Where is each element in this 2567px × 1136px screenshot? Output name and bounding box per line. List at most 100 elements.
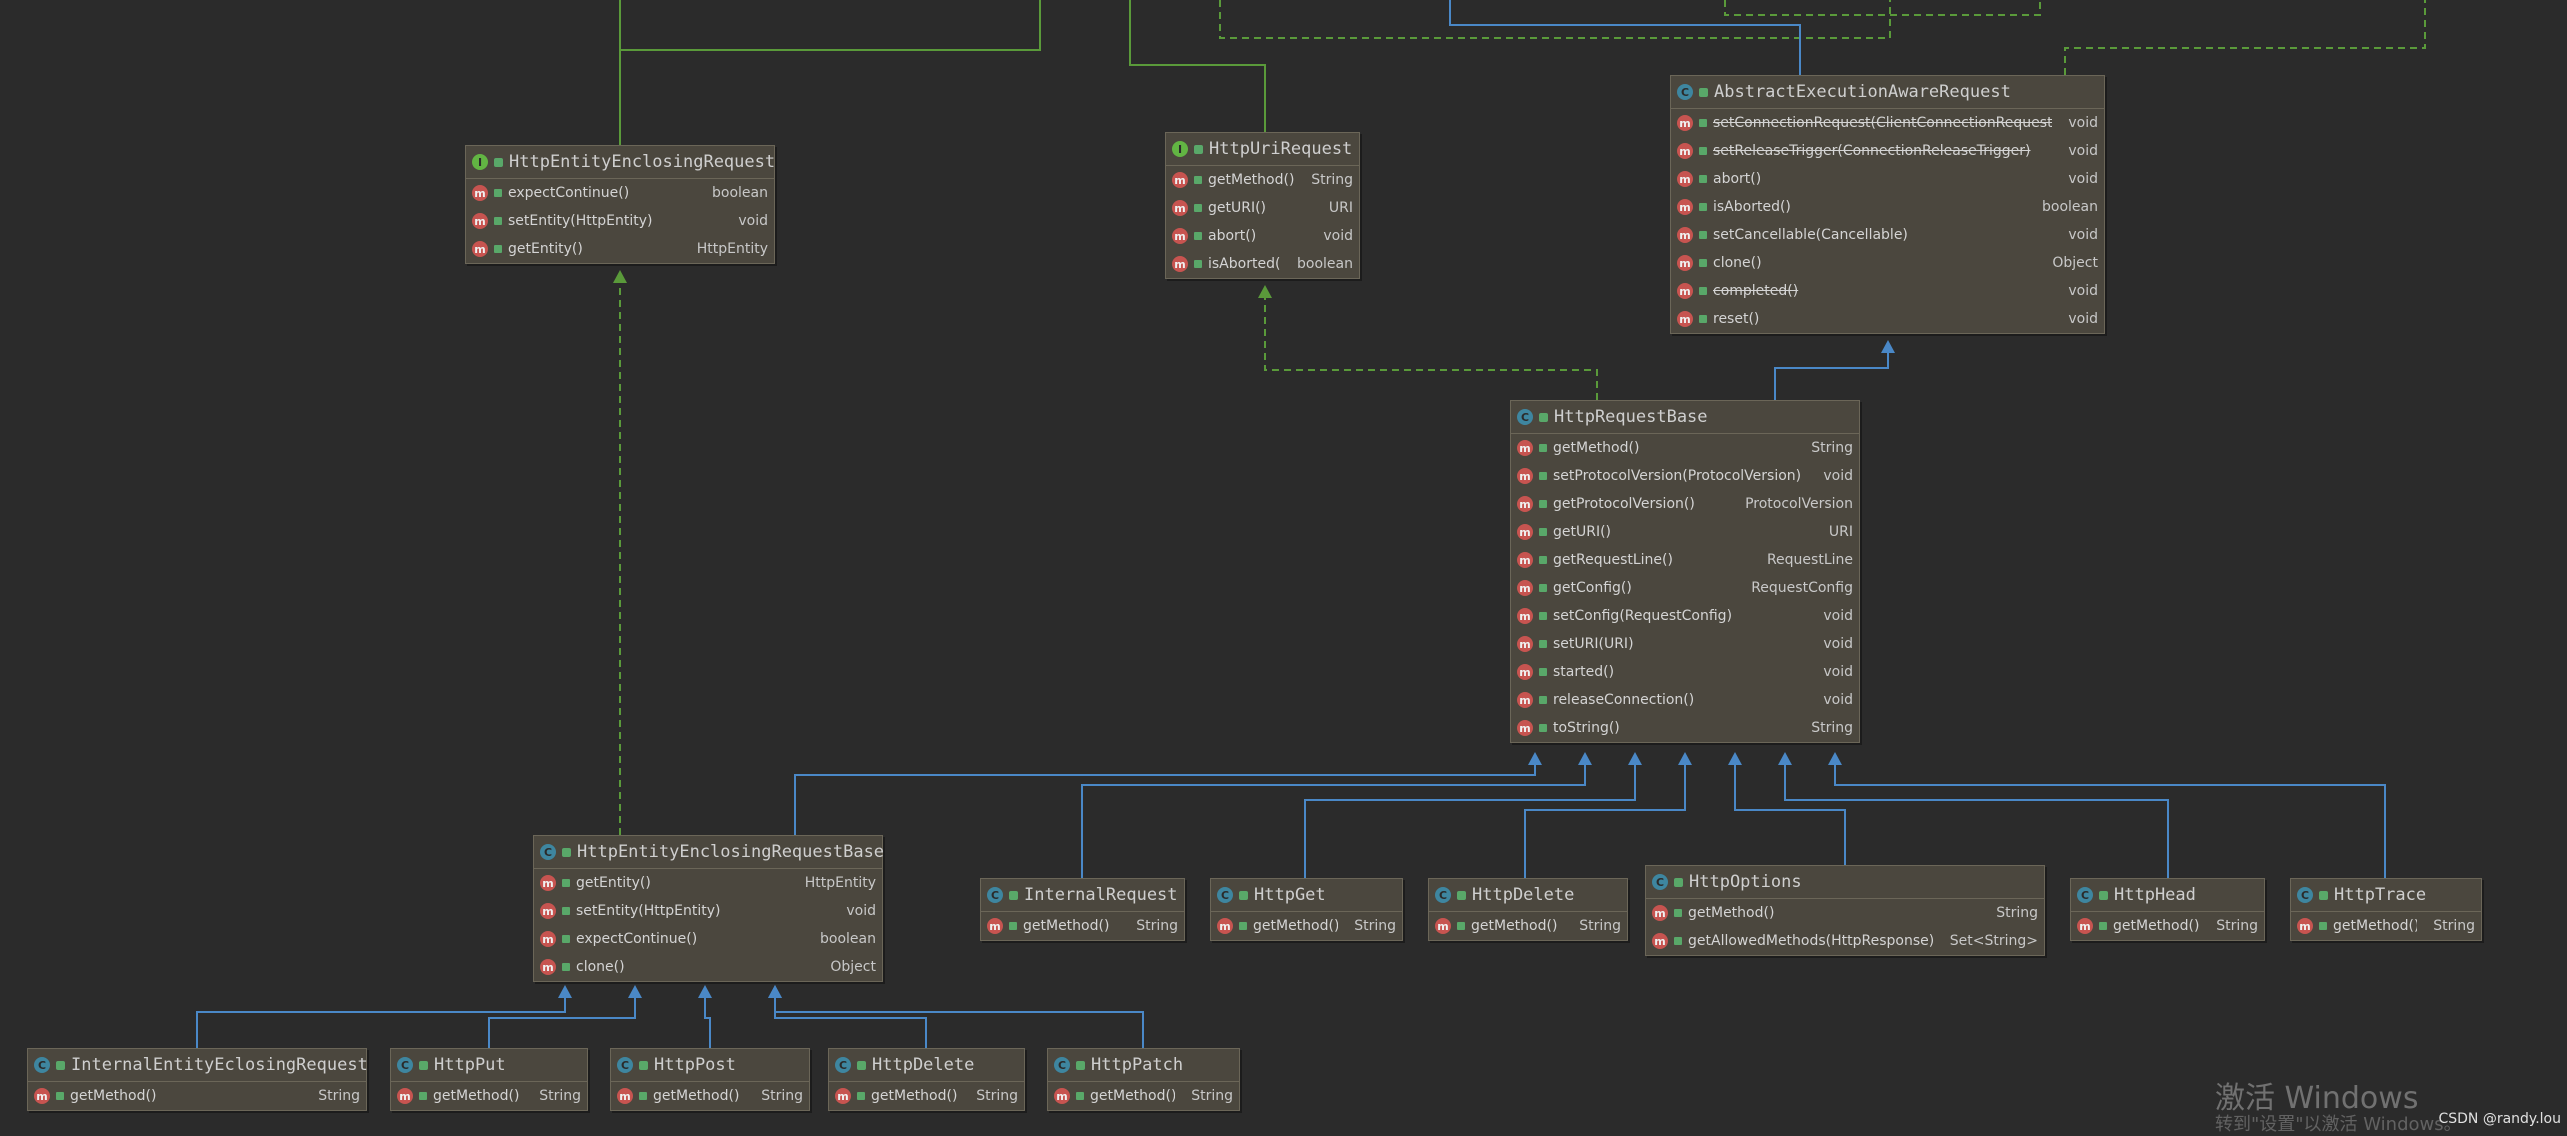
arrow-extends-internal-entity xyxy=(558,985,572,998)
method-row[interactable]: m setReleaseTrigger(ConnectionReleaseTrig… xyxy=(1671,137,2104,165)
method-icon: m xyxy=(1517,496,1533,512)
method-row[interactable]: m completed() void xyxy=(1671,277,2104,305)
method-icon: m xyxy=(1517,440,1533,456)
method-row[interactable]: m getMethod() String xyxy=(2071,912,2264,940)
method-row[interactable]: m getMethod() String xyxy=(1429,912,1627,940)
class-header[interactable]: C HttpDelete xyxy=(829,1049,1024,1082)
method-row[interactable]: m getConfig() RequestConfig xyxy=(1511,574,1859,602)
class-header[interactable]: I HttpUriRequest xyxy=(1166,133,1359,166)
method-row[interactable]: m getProtocolVersion() ProtocolVersion xyxy=(1511,490,1859,518)
class-node-http-head[interactable]: C HttpHead m getMethod() String xyxy=(2070,878,2265,941)
class-node-request-base[interactable]: C HttpRequestBase m getMethod() String m setPr… xyxy=(1510,400,1860,743)
method-row[interactable]: m toString() String xyxy=(1511,714,1859,742)
method-return-type: String xyxy=(1579,918,1621,934)
method-row[interactable]: m abort() void xyxy=(1166,222,1359,250)
public-visibility-icon xyxy=(1539,528,1547,536)
class-header[interactable]: C HttpTrace xyxy=(2291,879,2481,912)
method-row[interactable]: m getMethod() String xyxy=(981,912,1184,940)
method-row[interactable]: m getMethod() String xyxy=(1511,434,1859,462)
method-row[interactable]: m getMethod() String xyxy=(829,1082,1024,1110)
class-node-entity-enclosing-request[interactable]: I HttpEntityEnclosingRequest m expectContin… xyxy=(465,145,775,264)
class-header[interactable]: I HttpEntityEnclosingRequest xyxy=(466,146,775,179)
method-row[interactable]: m isAborted() boolean xyxy=(1166,250,1359,278)
class-node-internal-request[interactable]: C InternalRequest m getMethod() String xyxy=(980,878,1185,941)
method-row[interactable]: m getMethod() String xyxy=(391,1082,587,1110)
method-row[interactable]: m getMethod() String xyxy=(28,1082,366,1110)
method-row[interactable]: m setConfig(RequestConfig) void xyxy=(1511,602,1859,630)
class-header[interactable]: C HttpGet xyxy=(1211,879,1402,912)
class-header[interactable]: C HttpPatch xyxy=(1048,1049,1239,1082)
class-node-http-delete-bottom[interactable]: C HttpDelete m getMethod() String xyxy=(828,1048,1025,1111)
method-row[interactable]: m expectContinue() boolean xyxy=(534,925,882,953)
class-header[interactable]: C HttpEntityEnclosingRequestBase xyxy=(534,836,885,869)
class-node-entity-enclosing-base[interactable]: C HttpEntityEnclosingRequestBase m getEntit… xyxy=(533,835,885,982)
class-node-http-post[interactable]: C HttpPost m getMethod() String xyxy=(610,1048,810,1111)
method-icon: m xyxy=(1217,918,1233,934)
method-row[interactable]: m abort() void xyxy=(1671,165,2104,193)
class-node-http-delete-top[interactable]: C HttpDelete m getMethod() String xyxy=(1428,878,1628,941)
method-row[interactable]: m started() void xyxy=(1511,658,1859,686)
method-row[interactable]: m getMethod() String xyxy=(611,1082,809,1110)
class-node-http-put[interactable]: C HttpPut m getMethod() String xyxy=(390,1048,588,1111)
class-header[interactable]: C HttpPost xyxy=(611,1049,809,1082)
method-row[interactable]: m isAborted() boolean xyxy=(1671,193,2104,221)
method-row[interactable]: m clone() Object xyxy=(1671,249,2104,277)
class-header[interactable]: C InternalRequest xyxy=(981,879,1184,912)
method-row[interactable]: m getAllowedMethods(HttpResponse) Set<Stri… xyxy=(1646,927,2044,955)
method-row[interactable]: m getEntity() HttpEntity xyxy=(466,235,774,263)
class-node-http-options[interactable]: C HttpOptions m getMethod() String m getAllowe… xyxy=(1645,865,2045,956)
class-node-http-get[interactable]: C HttpGet m getMethod() String xyxy=(1210,878,1403,941)
class-title: HttpEntityEnclosingRequestBase xyxy=(577,842,885,862)
method-name: getURI() xyxy=(1208,200,1267,216)
class-header[interactable]: C HttpRequestBase xyxy=(1511,401,1859,434)
class-icon: C xyxy=(1652,874,1668,890)
class-header[interactable]: C HttpOptions xyxy=(1646,866,2044,899)
method-row[interactable]: m releaseConnection() void xyxy=(1511,686,1859,714)
method-row[interactable]: m getRequestLine() RequestLine xyxy=(1511,546,1859,574)
class-header[interactable]: C InternalEntityEclosingRequest xyxy=(28,1049,368,1082)
class-header[interactable]: C HttpDelete xyxy=(1429,879,1627,912)
method-return-type: void xyxy=(1823,692,1853,708)
method-row[interactable]: m getMethod() String xyxy=(1048,1082,1239,1110)
method-row[interactable]: m getEntity() HttpEntity xyxy=(534,869,882,897)
method-row[interactable]: m clone() Object xyxy=(534,953,882,981)
method-row[interactable]: m setCancellable(Cancellable) void xyxy=(1671,221,2104,249)
method-icon: m xyxy=(1054,1088,1070,1104)
edge-extends-http-delete xyxy=(1524,765,1686,878)
method-return-type: ProtocolVersion xyxy=(1745,496,1853,512)
method-row[interactable]: m getMethod() String xyxy=(1166,166,1359,194)
method-row[interactable]: m getMethod() String xyxy=(1211,912,1402,940)
method-icon: m xyxy=(1172,228,1188,244)
method-row[interactable]: m getMethod() String xyxy=(2291,912,2481,940)
class-node-http-trace[interactable]: C HttpTrace m getMethod() String xyxy=(2290,878,2482,941)
method-return-type: void xyxy=(1823,608,1853,624)
edge-implements-uri-request xyxy=(1264,292,1598,400)
method-row[interactable]: m setConnectionRequest(ClientConnectionRe… xyxy=(1671,109,2104,137)
method-row[interactable]: m setEntity(HttpEntity) void xyxy=(534,897,882,925)
class-header[interactable]: C AbstractExecutionAwareRequest xyxy=(1671,76,2104,109)
class-node-uri-request[interactable]: I HttpUriRequest m getMethod() String m getURI… xyxy=(1165,132,1360,279)
method-row[interactable]: m getURI() URI xyxy=(1166,194,1359,222)
method-icon: m xyxy=(987,918,1003,934)
method-name: started() xyxy=(1553,664,1615,680)
method-row[interactable]: m setURI(URI) void xyxy=(1511,630,1859,658)
method-row[interactable]: m reset() void xyxy=(1671,305,2104,333)
method-icon: m xyxy=(1677,115,1693,131)
class-icon: C xyxy=(2297,887,2313,903)
method-icon: m xyxy=(540,875,556,891)
public-visibility-icon xyxy=(1699,315,1707,323)
method-row[interactable]: m setEntity(HttpEntity) void xyxy=(466,207,774,235)
method-return-type: HttpEntity xyxy=(804,875,876,891)
method-name: getMethod() xyxy=(1253,918,1339,934)
class-header[interactable]: C HttpHead xyxy=(2071,879,2264,912)
diagram-canvas: I HttpEntityEnclosingRequest m expectContin… xyxy=(0,0,2567,1131)
method-row[interactable]: m getMethod() String xyxy=(1646,899,2044,927)
class-header[interactable]: C HttpPut xyxy=(391,1049,587,1082)
method-row[interactable]: m expectContinue() boolean xyxy=(466,179,774,207)
method-row[interactable]: m getURI() URI xyxy=(1511,518,1859,546)
class-node-http-patch[interactable]: C HttpPatch m getMethod() String xyxy=(1047,1048,1240,1111)
method-row[interactable]: m setProtocolVersion(ProtocolVersion) void xyxy=(1511,462,1859,490)
class-node-internal-entity[interactable]: C InternalEntityEclosingRequest m getMethod… xyxy=(27,1048,368,1111)
method-return-type: String xyxy=(1811,440,1853,456)
class-node-abstract-execution[interactable]: C AbstractExecutionAwareRequest m setConnec… xyxy=(1670,75,2105,334)
